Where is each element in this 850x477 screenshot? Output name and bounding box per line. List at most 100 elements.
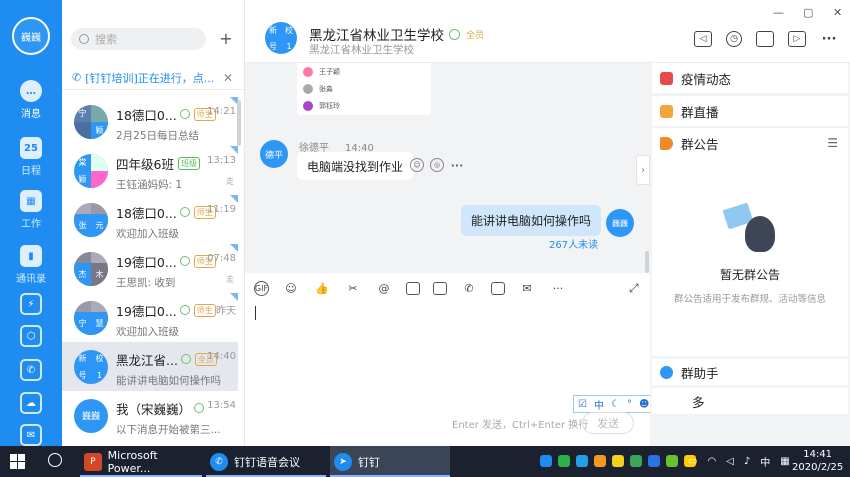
live-icon[interactable]: ▷ xyxy=(788,31,806,47)
more-icon[interactable]: ··· xyxy=(549,279,567,297)
empty-description: 群公告适用于发布群规、活动等信息 xyxy=(673,294,826,305)
group-title[interactable]: 黑龙江省林业卫生学校 全员 xyxy=(309,24,484,44)
conversation-avatar: 巍巍 xyxy=(74,398,108,433)
dingtalk-meeting-icon: ✆ xyxy=(210,452,228,471)
rail-item-lightning[interactable]: ⚡ xyxy=(0,293,62,318)
folder-icon[interactable] xyxy=(406,281,420,295)
mail-icon[interactable]: ✉ xyxy=(518,279,536,297)
add-button[interactable]: + xyxy=(215,28,237,50)
send-button[interactable]: 发送 xyxy=(582,412,634,434)
scissors-icon[interactable]: ✂ xyxy=(344,279,362,297)
emoji-reaction-icon[interactable]: ☺ xyxy=(410,158,424,172)
wechat-icon[interactable] xyxy=(558,455,570,467)
conversation-item[interactable]: 巍巍 我（宋巍巍） 13:54 以下消息开始被第三... xyxy=(62,391,238,440)
conversation-avatar: 宁慧 xyxy=(74,300,108,335)
live-card[interactable]: 群直播 xyxy=(652,96,848,126)
tray-app-icon[interactable] xyxy=(612,455,624,467)
taskbar-app-voice-meeting[interactable]: ✆ 钉钉语音会议 xyxy=(206,446,326,477)
reply-icon[interactable]: ◎ xyxy=(430,158,444,172)
unread-count[interactable]: 267人未读 xyxy=(549,236,598,251)
punct-icon[interactable]: ° xyxy=(627,399,632,410)
battery-icon[interactable]: ▭ xyxy=(688,456,697,467)
folder-icon[interactable] xyxy=(756,31,774,47)
gif-icon[interactable]: GIF xyxy=(254,280,269,296)
tray-app-icon[interactable] xyxy=(594,455,606,467)
training-notice[interactable]: ✆ [钉钉培训]正在进行，点... ✕ xyxy=(62,66,244,90)
emoji-icon[interactable]: ☺ xyxy=(282,279,300,297)
conversation-item-active[interactable]: 新校 号1 黑龙江省... 全员 14:40 能讲讲电脑如何操作吗 xyxy=(62,342,238,391)
user-avatar[interactable]: 巍巍 xyxy=(12,17,50,55)
moon-icon[interactable]: ☾ xyxy=(611,399,620,410)
my-message-bubble[interactable]: 能讲讲电脑如何操作吗 xyxy=(461,205,602,236)
search-icon[interactable] xyxy=(48,453,62,467)
conversation-item[interactable]: 棠 颖 四年级6班 班级 13:13 王钰涵妈妈: 1 走 xyxy=(62,146,238,195)
list-icon[interactable]: ☰ xyxy=(827,136,838,150)
wifi-icon[interactable]: ◠ xyxy=(707,456,716,467)
more-icon[interactable]: ··· xyxy=(450,158,464,172)
live-icon[interactable] xyxy=(491,281,505,295)
windows-start-icon[interactable] xyxy=(10,454,25,469)
taskbar-app-powerpoint[interactable]: P Microsoft Power... xyxy=(80,446,202,477)
rail-item-phone[interactable]: ✆ xyxy=(0,359,62,384)
announcement-card: 群公告 ☰ 暂无群公告 群公告适用于发布群规、活动等信息 xyxy=(652,128,848,356)
assistant-card[interactable]: 群助手 xyxy=(652,359,848,385)
taskbar: P Microsoft Power... ✆ 钉钉语音会议 ➤ 钉钉 ▭ ◠ ◁… xyxy=(0,446,850,477)
conversation-item[interactable]: 张元 18德口0... 师生 11:19 欢迎加入班级 xyxy=(62,195,238,244)
rail-item-calendar[interactable]: 25 日程 xyxy=(0,137,62,177)
tray-app-icon[interactable] xyxy=(540,455,552,467)
clock-icon[interactable]: ◷ xyxy=(726,31,742,47)
ime-indicator[interactable]: 中 xyxy=(760,454,770,469)
tray-app-icon[interactable] xyxy=(576,455,588,467)
list-scrollbar[interactable] xyxy=(237,100,241,146)
phone-icon[interactable]: ✆ xyxy=(460,279,478,297)
ime-mode[interactable]: 中 xyxy=(594,397,604,412)
shared-card[interactable]: 王子颖 张淼 郭钰玲 xyxy=(297,63,431,115)
maximize-icon[interactable]: ▢ xyxy=(803,6,813,19)
rail-item-cloud[interactable]: ☁ xyxy=(0,392,62,417)
close-window-icon[interactable]: ✕ xyxy=(833,6,842,19)
my-avatar[interactable]: 巍巍 xyxy=(606,209,634,237)
rail-item-messages[interactable]: … 消息 xyxy=(0,80,62,120)
tray-app-icon[interactable] xyxy=(666,455,678,467)
close-icon[interactable]: ✕ xyxy=(223,71,233,85)
ime-check-icon[interactable]: ☑ xyxy=(578,399,587,410)
collapse-panel-button[interactable]: › xyxy=(636,155,650,185)
conversation-item[interactable]: 宁慧 19德口0... 师生 昨天 欢迎加入班级 xyxy=(62,293,238,342)
conversation-item[interactable]: 杰木 19德口0... 师生 07:48 王思凯: 收到 走 xyxy=(62,244,238,293)
mic-icon[interactable]: ♪ xyxy=(744,456,750,467)
system-clock[interactable]: 14:41 2020/2/25 xyxy=(792,448,843,474)
volume-icon[interactable]: ◁ xyxy=(726,456,734,467)
empty-title: 暂无群公告 xyxy=(719,268,780,282)
conversation-last-message: 能讲讲电脑如何操作吗 xyxy=(116,374,221,387)
announce-icon[interactable]: ◁ xyxy=(694,31,712,47)
search-icon xyxy=(79,34,89,44)
rail-item-cube[interactable]: ⬡ xyxy=(0,325,62,350)
conversation-time: 07:48 xyxy=(207,252,236,264)
chat-scrollbar[interactable] xyxy=(645,251,649,273)
shield-icon[interactable] xyxy=(630,455,642,467)
ding-icon[interactable] xyxy=(433,281,447,295)
thumbs-up-icon[interactable]: 👍 xyxy=(313,279,331,297)
avatar-char: 校 xyxy=(95,353,104,363)
minimize-icon[interactable]: — xyxy=(773,6,784,19)
group-avatar[interactable]: 新校 号1 xyxy=(265,22,297,54)
conversation-item[interactable]: 宁 颖 18德口0... 师生 14:21 2月25日每日总结 xyxy=(62,97,238,146)
user-icon[interactable]: ☻ xyxy=(639,399,649,410)
conversation-time: 昨天 xyxy=(216,305,236,317)
sender-avatar[interactable]: 德平 xyxy=(260,140,288,168)
group-title-text: 黑龙江省林业卫生学校 xyxy=(309,28,444,44)
verified-icon xyxy=(179,109,190,119)
more-card[interactable]: 多 xyxy=(652,388,848,414)
taskbar-app-dingtalk[interactable]: ➤ 钉钉 xyxy=(330,446,450,477)
text-caret xyxy=(255,306,256,320)
expand-icon[interactable]: ⤢ xyxy=(629,281,639,296)
search-input[interactable]: 搜索 xyxy=(71,28,206,50)
tray-app-icon[interactable] xyxy=(648,455,660,467)
rail-item-contacts[interactable]: ▮ 通讯录 xyxy=(0,245,62,285)
more-icon[interactable]: ··· xyxy=(820,31,838,47)
keyboard-icon[interactable]: ▦ xyxy=(780,456,789,467)
message-bubble[interactable]: 电脑端没找到作业 xyxy=(297,152,414,180)
rail-item-work[interactable]: ▦ 工作 xyxy=(0,190,62,230)
mention-icon[interactable]: @ xyxy=(375,279,393,297)
epidemic-card[interactable]: 疫情动态 xyxy=(652,63,848,93)
